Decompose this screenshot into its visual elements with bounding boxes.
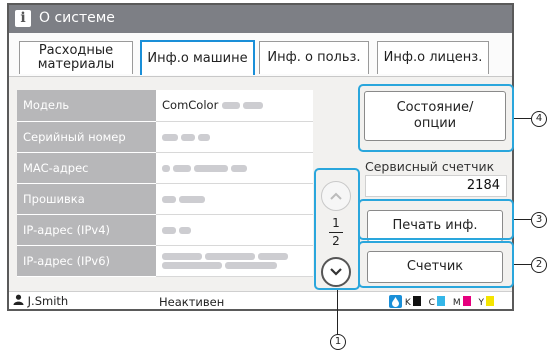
ipv6-label: IP-адрес (IPv6) <box>17 245 156 277</box>
tab-consumables[interactable]: Расходные материалы <box>19 41 133 74</box>
tab-machine-info-label: Инф.о машине <box>147 50 248 66</box>
user-name: J.Smith <box>27 294 69 308</box>
serial-number-label: Серийный номер <box>17 121 156 153</box>
user-info[interactable]: J.Smith <box>13 294 68 308</box>
redacted-text <box>181 133 195 141</box>
table-row: Прошивка <box>17 183 313 215</box>
status-bar: J.Smith Неактивен K C M Y <box>9 291 512 309</box>
serial-number-value <box>156 121 313 153</box>
table-row: IP-адрес (IPv6) <box>17 245 313 277</box>
redacted-text <box>173 164 191 172</box>
machine-state: Неактивен <box>159 295 225 309</box>
tab-consumables-label-line1: Расходные <box>38 43 114 58</box>
redacted-text <box>194 164 228 172</box>
ink-label: C <box>428 298 435 308</box>
ink-label: Y <box>478 298 484 308</box>
callout-number: 2 <box>531 257 547 273</box>
table-row: Модель ComColor <box>17 90 313 122</box>
machine-info-table: Модель ComColor Серийный номер MAC-адрес… <box>17 90 313 277</box>
redacted-text <box>162 195 176 203</box>
ink-level-black <box>412 296 421 306</box>
ink-level-cyan <box>436 296 445 306</box>
redacted-text <box>258 252 288 260</box>
redacted-text <box>179 226 191 234</box>
callout-frame-pager <box>314 168 360 290</box>
window-title: О системе <box>39 10 115 26</box>
ink-label: M <box>452 298 461 308</box>
table-row: IP-адрес (IPv4) <box>17 214 313 246</box>
ipv4-label: IP-адрес (IPv4) <box>17 214 156 246</box>
ink-drop-icon <box>389 295 402 308</box>
tab-machine-info[interactable]: Инф.о машине <box>140 40 255 75</box>
title-bar: i О системе <box>9 5 512 33</box>
firmware-label: Прошивка <box>17 183 156 215</box>
service-counter-label: Сервисный счетчик <box>365 159 495 174</box>
callout-number: 1 <box>330 334 346 350</box>
ipv4-value <box>156 214 313 246</box>
model-value: ComColor <box>156 90 313 122</box>
redacted-text <box>205 252 255 260</box>
ink-label: K <box>404 298 411 308</box>
ipv6-value <box>156 245 313 277</box>
tab-license-info-label: Инф.о лиценз. <box>383 50 483 65</box>
callout-line <box>337 290 338 335</box>
user-icon <box>13 294 24 305</box>
callout-number: 4 <box>531 111 547 127</box>
redacted-text <box>198 133 210 141</box>
service-counter-value: 2184 <box>365 175 507 197</box>
callout-frame-print <box>358 199 514 240</box>
callout-line <box>514 264 531 265</box>
redacted-text <box>162 164 170 172</box>
mac-address-label: MAC-адрес <box>17 152 156 184</box>
mac-address-value <box>156 152 313 184</box>
table-row: MAC-адрес <box>17 152 313 184</box>
model-value-text: ComColor <box>162 98 219 113</box>
info-icon: i <box>15 10 31 27</box>
callout-number: 3 <box>531 212 547 228</box>
tab-user-info[interactable]: Инф. о польз. <box>259 41 369 74</box>
tab-license-info[interactable]: Инф.о лиценз. <box>377 41 489 74</box>
redacted-text <box>162 133 178 141</box>
callout-frame-counter <box>358 241 514 288</box>
redacted-text <box>242 102 263 110</box>
callout-line <box>514 118 531 119</box>
redacted-text <box>231 164 247 172</box>
tab-user-info-label: Инф. о польз. <box>267 50 361 65</box>
model-label: Модель <box>17 90 156 122</box>
tab-bar: Расходные материалы Инф.о машине Инф. о … <box>9 33 512 77</box>
ink-status-group: K C M Y <box>389 295 494 308</box>
redacted-text <box>221 102 240 110</box>
callout-frame-status <box>358 84 514 152</box>
redacted-text <box>179 195 205 203</box>
firmware-value <box>156 183 313 215</box>
redacted-text <box>225 261 277 269</box>
tab-consumables-label-line2: материалы <box>37 57 115 72</box>
redacted-text <box>162 226 176 234</box>
ink-level-yellow <box>485 296 494 306</box>
redacted-text <box>162 261 222 269</box>
ink-level-magenta <box>462 296 471 306</box>
table-row: Серийный номер <box>17 121 313 153</box>
redacted-text <box>162 252 202 260</box>
callout-line <box>514 219 531 220</box>
